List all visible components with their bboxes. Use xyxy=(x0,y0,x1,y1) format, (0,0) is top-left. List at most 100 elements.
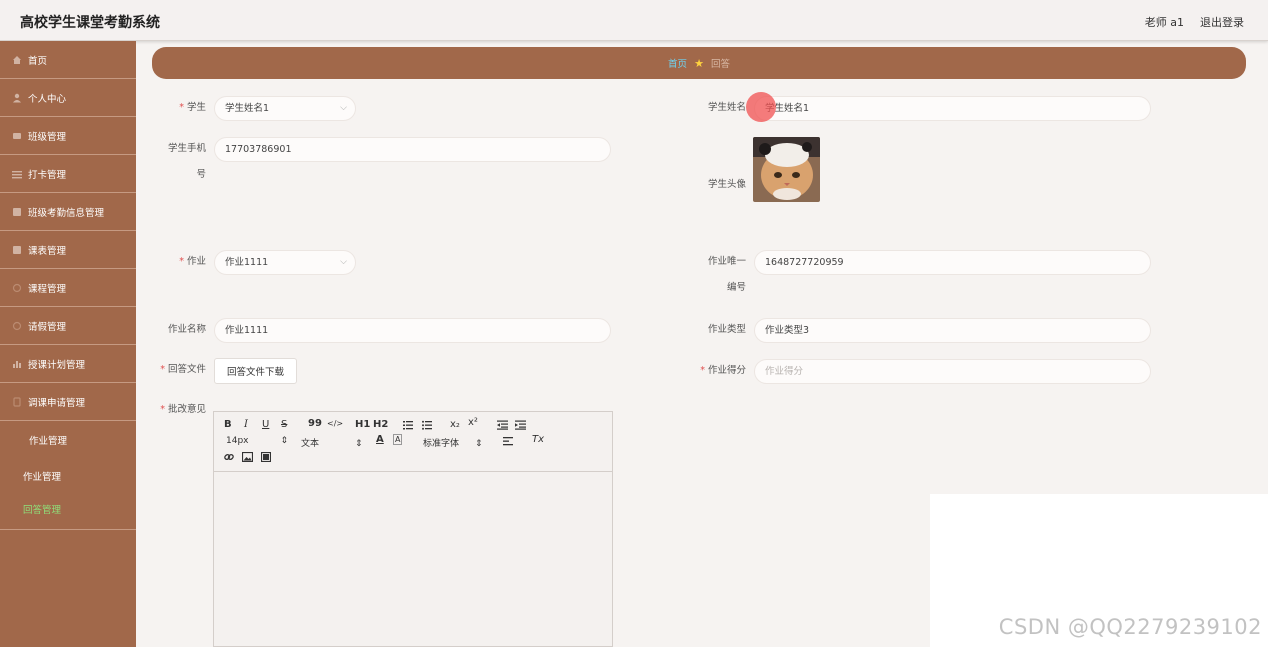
background-color-button[interactable]: A xyxy=(393,434,403,445)
code-button[interactable]: </> xyxy=(327,419,343,428)
student-label: * 学生 xyxy=(179,102,206,113)
star-icon: ★ xyxy=(694,56,704,70)
h2-button[interactable]: H2 xyxy=(373,419,388,430)
sidebar-item-home[interactable]: 首页 xyxy=(0,41,136,79)
sidebar-item-label: 请假管理 xyxy=(28,321,67,333)
chart-icon xyxy=(13,360,21,368)
cursor-highlight xyxy=(746,92,776,122)
sidebar-item-teaching-plan[interactable]: 授课计划管理 xyxy=(0,345,136,383)
editor-toolbar: B I U S 99 </> H1 H2 x₂ x² 14px ⇕ 文本 ⇕ A A… xyxy=(214,412,612,472)
sidebar-item-label: 调课申请管理 xyxy=(28,397,86,409)
clear-format-button[interactable]: Tx xyxy=(532,434,544,445)
sidebar-item-label: 课表管理 xyxy=(28,245,67,257)
swap-icon xyxy=(13,396,21,407)
sidebar-item-checkin[interactable]: 打卡管理 xyxy=(0,155,136,193)
score-input[interactable]: 作业得分 xyxy=(754,359,1151,384)
sidebar-item-leave[interactable]: 请假管理 xyxy=(0,307,136,345)
sidebar-item-answers[interactable]: 回答管理 xyxy=(0,492,136,525)
homework-id-label: 作业唯一 编号 xyxy=(707,256,746,293)
homework-name-label: 作业名称 xyxy=(167,324,206,335)
homework-name-field[interactable]: 作业1111 xyxy=(214,318,611,343)
avatar-label: 学生头像 xyxy=(707,179,746,190)
sidebar-item-course[interactable]: 课程管理 xyxy=(0,269,136,307)
font-family-select[interactable]: 标准字体 ⇕ xyxy=(423,436,483,449)
bullet-list-icon[interactable] xyxy=(422,420,432,430)
strike-button[interactable]: S xyxy=(281,419,287,430)
student-name-field[interactable]: 学生姓名1 xyxy=(754,96,1151,121)
cat-avatar-icon xyxy=(753,137,820,202)
answer-file-label: * 回答文件 xyxy=(160,364,206,375)
sidebar-item-label: 班级管理 xyxy=(28,131,67,143)
attendance-icon xyxy=(13,207,21,216)
checkin-icon xyxy=(12,170,22,178)
sidebar-item-label: 课程管理 xyxy=(28,283,67,295)
homework-type-field[interactable]: 作业类型3 xyxy=(754,318,1151,343)
class-icon xyxy=(13,132,21,139)
watermark-overlay: CSDN @QQ2279239102 xyxy=(930,494,1268,647)
font-color-button[interactable]: A xyxy=(376,434,384,445)
chevron-down-icon: ⌵ xyxy=(340,257,347,267)
comment-label: * 批改意见 xyxy=(160,404,206,415)
homework-label: * 作业 xyxy=(179,256,206,267)
indent-icon[interactable] xyxy=(515,420,526,430)
bold-button[interactable]: B xyxy=(224,419,232,430)
ordered-list-icon[interactable] xyxy=(403,420,413,430)
editor-content-area[interactable] xyxy=(214,472,612,647)
sidebar-group-homework[interactable]: 作业管理 xyxy=(0,421,136,459)
chevron-updown-icon: ⇕ xyxy=(355,439,363,449)
sidebar-item-label: 授课计划管理 xyxy=(28,359,86,371)
breadcrumb: 首页 ★ 回答 xyxy=(152,47,1246,79)
phone-label: 学生手机号 xyxy=(167,143,206,180)
timetable-icon xyxy=(13,245,21,254)
breadcrumb-home[interactable]: 首页 xyxy=(668,56,687,70)
sidebar-item-reschedule[interactable]: 调课申请管理 xyxy=(0,383,136,421)
font-size-select[interactable]: 14px ⇕ xyxy=(226,436,288,446)
sidebar-item-label: 打卡管理 xyxy=(28,169,67,181)
score-label: * 作业得分 xyxy=(700,365,746,376)
superscript-button[interactable]: x² xyxy=(468,417,478,428)
student-avatar[interactable] xyxy=(753,137,820,202)
sidebar-item-attendance[interactable]: 班级考勤信息管理 xyxy=(0,193,136,231)
sidebar-item-label: 班级考勤信息管理 xyxy=(28,207,105,219)
user-icon xyxy=(13,93,21,102)
phone-field[interactable]: 17703786901 xyxy=(214,137,611,162)
homework-select[interactable]: 作业1111 ⌵ xyxy=(214,250,356,275)
h1-button[interactable]: H1 xyxy=(355,419,370,430)
underline-button[interactable]: U xyxy=(262,419,269,430)
breadcrumb-current: 回答 xyxy=(710,59,730,70)
app-title: 高校学生课堂考勤系统 xyxy=(20,15,160,31)
image-icon[interactable] xyxy=(242,452,253,462)
quote-button[interactable]: 99 xyxy=(308,418,322,429)
course-icon xyxy=(12,283,22,292)
comment-rich-editor: B I U S 99 </> H1 H2 x₂ x² 14px ⇕ 文本 ⇕ A A… xyxy=(213,411,613,647)
video-icon[interactable] xyxy=(261,452,271,462)
italic-button[interactable]: I xyxy=(244,419,248,430)
homework-type-label: 作业类型 xyxy=(707,324,746,335)
chevron-updown-icon: ⇕ xyxy=(280,436,289,446)
sidebar-item-profile[interactable]: 个人中心 xyxy=(0,79,136,117)
sidebar-item-label: 首页 xyxy=(28,55,48,67)
leave-icon xyxy=(12,321,22,330)
student-select[interactable]: 学生姓名1 ⌵ xyxy=(214,96,356,121)
home-icon xyxy=(13,55,21,64)
student-name-label: 学生姓名 xyxy=(707,102,746,113)
sidebar-submenu-homework: 作业管理 作业管理 回答管理 xyxy=(0,421,136,530)
sidebar: 首页 个人中心 班级管理 打卡管理 班级考勤信息管理 课表管理 课程管理 请假管… xyxy=(0,41,136,647)
top-header: 高校学生课堂考勤系统 老师 a1 退出登录 xyxy=(0,0,1268,41)
logout-link[interactable]: 退出登录 xyxy=(1200,14,1244,30)
current-user: 老师 a1 xyxy=(1144,16,1184,29)
sidebar-item-class[interactable]: 班级管理 xyxy=(0,117,136,155)
homework-id-field[interactable]: 1648727720959 xyxy=(754,250,1151,275)
chevron-updown-icon: ⇕ xyxy=(475,439,483,449)
watermark-text: CSDN @QQ2279239102 xyxy=(998,615,1262,639)
sidebar-item-homework[interactable]: 作业管理 xyxy=(0,459,136,492)
sidebar-item-label: 个人中心 xyxy=(28,93,67,105)
answer-file-download-button[interactable]: 回答文件下载 xyxy=(214,358,297,384)
text-style-select[interactable]: 文本 ⇕ xyxy=(301,436,363,449)
chevron-down-icon: ⌵ xyxy=(340,103,347,113)
sidebar-item-timetable[interactable]: 课表管理 xyxy=(0,231,136,269)
subscript-button[interactable]: x₂ xyxy=(450,419,460,430)
align-left-icon[interactable] xyxy=(503,437,513,446)
link-icon[interactable] xyxy=(224,452,234,462)
outdent-icon[interactable] xyxy=(497,420,508,430)
